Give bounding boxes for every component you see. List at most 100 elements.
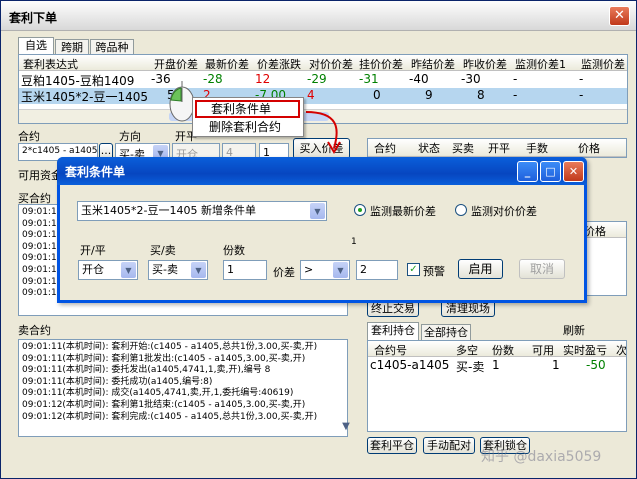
main-window-title: 套利下单 [9,11,58,25]
dialog-direction-select[interactable]: 买-卖 ▼ [148,260,208,280]
cell: 玉米1405*2-豆一1405 [21,90,149,104]
cell: -31 [359,72,379,86]
number-label: 1 [351,237,357,247]
col-header: 最新价差 [205,58,249,71]
tab-calendar-spread[interactable]: 跨期 [55,39,89,55]
radio-monitor-latest-label: 监测最新价差 [370,205,436,218]
tab-favorites[interactable]: 自选 [18,37,54,55]
chevron-down-icon[interactable]: ▼ [333,262,348,278]
cell: - [513,88,518,102]
tab-spread-positions[interactable]: 套利持仓 [367,322,419,340]
dialog-title: 套利条件单 [65,165,126,179]
menu-item-delete-contract[interactable]: 删除套利合约 [195,119,300,136]
col-header: 份数 [492,344,514,357]
operator-select[interactable]: > ▼ [300,260,350,280]
cell: - [579,88,584,102]
log-line: 09:01:11(本机时间): 套利第1批发出:(c1405 - a1405,3… [22,353,306,364]
col-header: 可用 [532,344,554,357]
col-header: 价格 [578,142,600,155]
enable-button[interactable]: 启用 [458,259,503,279]
col-header: 买卖 [452,142,474,155]
dialog-open-close-select[interactable]: 开仓 ▼ [78,260,138,280]
dialog-title-bar: 套利条件单 _ □ ✕ [57,157,587,185]
dialog-quantity-input[interactable]: 1 [223,260,267,280]
col-header: 昨结价差 [411,58,455,71]
col-header: 合约号 [374,344,407,357]
chevron-down-icon[interactable]: ▼ [310,203,325,219]
alert-checkbox[interactable]: ✓ [407,263,420,276]
menu-item-conditional-order[interactable]: 套利条件单 [195,100,300,118]
quantity-label: 份数 [223,244,245,257]
tab-all-positions[interactable]: 全部持仓 [421,324,471,340]
close-icon[interactable]: ✕ [563,161,584,182]
log-line: 09:01:11(本机时间): 委托成功(a1405,编号:8) [22,376,213,387]
col-header: 实时盈亏 [563,344,607,357]
watermark: 知乎 @daxia5059 [481,449,602,465]
col-header: 套利表达式 [23,58,78,71]
col-header: 监测价差1 [515,58,566,71]
col-header: 价差涨跌 [257,58,301,71]
col-header: 状态 [418,142,440,155]
spread-close-button[interactable]: 套利平仓 [367,437,417,454]
maximize-icon[interactable]: □ [540,161,561,182]
table-header: 合约号 多空 份数 可用 实时盈亏 次 [368,341,626,357]
contract-label: 合约 [18,130,40,143]
minimize-icon[interactable]: _ [517,161,538,182]
table-header: 套利表达式 开盘价差 最新价差 价差涨跌 对价价差 挂价价差 昨结价差 昨收价差… [19,55,627,71]
cell: -40 [409,72,429,86]
direction-label: 买/卖 [150,244,176,257]
direction-label: 方向 [119,130,141,143]
log-line: 09:01:11(本机时间): 委托发出(a1405,4741,1,卖,开),编… [22,365,271,376]
radio-monitor-counter[interactable] [455,204,467,216]
col-header: 对价价差 [309,58,353,71]
col-header: 次 [616,344,627,357]
cell: 1 [552,358,560,372]
col-header: 昨收价差 [463,58,507,71]
cell: - [579,72,584,86]
cell: 买-卖 [456,360,485,374]
spread-label: 价差 [273,266,295,279]
col-header: 合约 [374,142,396,155]
log-line: 09:01:11(本机时间): 套利开始:(c1405 - a1405,总共1份… [22,342,318,352]
col-header: 挂价价差 [359,58,403,71]
positions-table: 合约号 多空 份数 可用 实时盈亏 次 c1405-a1405 买-卖 1 1 … [367,340,627,432]
table-row-selected[interactable]: 玉米1405*2-豆一1405 5 2 -7.00 4 0 9 8 - - [19,88,627,104]
col-header: 监测价差 [581,58,625,71]
main-title-bar: 套利下单 ✕ [1,1,636,31]
conditional-order-dialog: 套利条件单 _ □ ✕ 玉米1405*2-豆一1405 新增条件单 ▼ 监测最新价… [57,157,587,303]
log-line: 09:01:11(本机时间): 成交(a1405,4741,卖,开,1,委托编号… [22,388,294,399]
cell: 12 [255,72,271,86]
close-icon[interactable]: ✕ [609,6,630,26]
cell: c1405-a1405 [370,358,450,372]
open-close-value: 开仓 [82,263,104,276]
cell: 4 [307,88,315,102]
cell: -30 [461,72,481,86]
tab-cross-product[interactable]: 跨品种 [90,39,134,55]
spread-value-input[interactable]: 2 [356,260,398,280]
context-menu: 套利条件单 删除套利合约 [192,97,304,137]
table-row[interactable]: 豆粕1405-豆粕1409 -36 -28 12 -29 -31 -40 -30… [19,72,627,88]
direction-value: 买-卖 [152,263,178,276]
col-header: 多空 [456,344,478,357]
cell: -50 [586,358,606,372]
sell-contract-section-title: 卖合约 [18,324,51,337]
refresh-link[interactable]: 刷新 [563,322,585,338]
orders-table: 合约 状态 买卖 开平 手数 价格 [367,138,627,158]
spread-expression-select[interactable]: 玉米1405*2-豆一1405 新增条件单 ▼ [77,201,327,221]
radio-monitor-latest[interactable] [354,204,366,216]
cell: 0 [373,88,381,102]
table-header: 合约 状态 买卖 开平 手数 价格 [368,139,626,157]
cell: -28 [203,72,223,86]
log-line: 09:01:12(本机时间): 套利完成:(c1405 - a1405,总共1份… [22,411,318,422]
table-row[interactable]: c1405-a1405 买-卖 1 1 -50 [368,358,626,374]
scroll-down-icon[interactable]: ▼ [339,421,353,435]
cell: 9 [425,88,433,102]
cell: - [513,72,518,86]
cell: 8 [477,88,485,102]
sell-log-panel: 09:01:11(本机时间): 套利开始:(c1405 - a1405,总共1份… [18,339,348,437]
chevron-down-icon[interactable]: ▼ [191,262,206,278]
manual-match-button[interactable]: 手动配对 [423,437,475,454]
chevron-down-icon[interactable]: ▼ [121,262,136,278]
callout-arrow-icon [305,111,341,154]
cancel-button[interactable]: 取消 [519,259,565,279]
